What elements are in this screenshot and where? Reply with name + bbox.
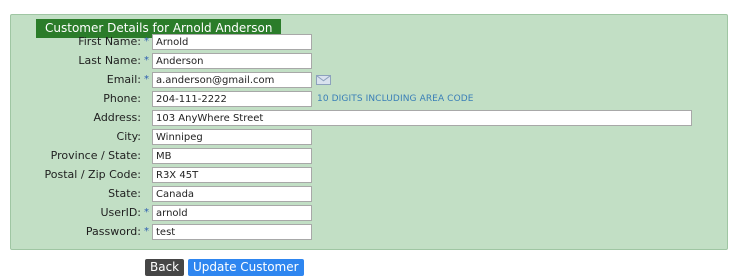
- state-label: State:: [108, 187, 141, 200]
- email-field[interactable]: [152, 72, 312, 88]
- province-field[interactable]: [152, 148, 312, 164]
- province-label: Province / State:: [50, 149, 141, 162]
- update-customer-button[interactable]: Update Customer: [188, 259, 304, 276]
- phone-hint: 10 DIGITS INCLUDING AREA CODE: [317, 94, 474, 104]
- required-marker: *: [144, 207, 149, 218]
- city-label: City:: [116, 130, 141, 143]
- required-marker: *: [144, 74, 149, 85]
- required-marker: *: [144, 55, 149, 66]
- envelope-icon[interactable]: [316, 75, 331, 85]
- city-field[interactable]: [152, 129, 312, 145]
- first-name-field[interactable]: [152, 34, 312, 50]
- userid-field[interactable]: [152, 205, 312, 221]
- password-label: Password:: [85, 225, 141, 238]
- address-field[interactable]: [152, 110, 692, 126]
- required-marker: *: [144, 226, 149, 237]
- userid-label: UserID:: [100, 206, 142, 219]
- first-name-label: First Name:: [78, 35, 141, 48]
- back-button[interactable]: Back: [145, 259, 185, 276]
- postal-label: Postal / Zip Code:: [44, 168, 141, 181]
- last-name-label: Last Name:: [78, 54, 141, 67]
- last-name-field[interactable]: [152, 53, 312, 69]
- phone-label: Phone:: [103, 92, 141, 105]
- required-marker: *: [144, 36, 149, 47]
- state-field[interactable]: [152, 186, 312, 202]
- customer-details-panel: Customer Details for Arnold Anderson Fir…: [10, 14, 728, 250]
- email-label: Email:: [106, 73, 141, 86]
- postal-field[interactable]: [152, 167, 312, 183]
- phone-field[interactable]: [152, 91, 312, 107]
- password-field[interactable]: [152, 224, 312, 240]
- address-label: Address:: [93, 111, 141, 124]
